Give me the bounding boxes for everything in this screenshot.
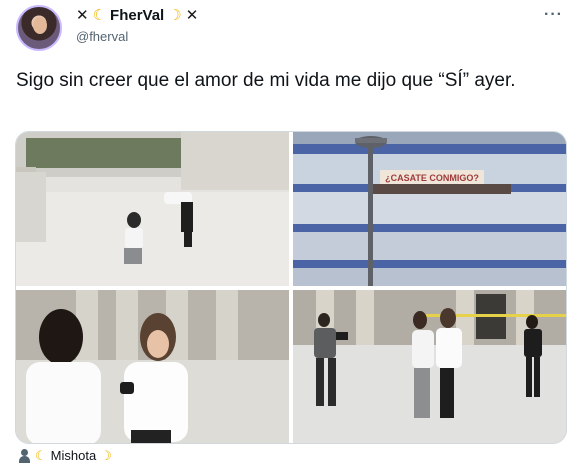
author-name-row[interactable]: ✕ ☾ FherVal ☽ ✕ — [76, 7, 198, 24]
crescent-moon-icon: ☾ — [35, 448, 47, 463]
author-handle[interactable]: @fherval — [76, 29, 128, 44]
crescent-moon-icon: ☽ — [168, 7, 182, 24]
x-mark-icon: ✕ — [76, 7, 89, 24]
more-options-icon[interactable]: ··· — [544, 6, 563, 24]
photo-bottom-right[interactable] — [293, 290, 567, 444]
person-icon — [18, 448, 31, 463]
banner-text: ¿CASATE CONMIGO? — [385, 173, 479, 183]
photo-top-left[interactable] — [16, 132, 289, 287]
photo-top-right[interactable]: ¿CASATE CONMIGO? — [293, 132, 567, 286]
grid-gutter-horizontal — [16, 286, 566, 290]
tagged-users[interactable]: ☾ Mishota ☽ — [18, 448, 112, 463]
crescent-moon-icon: ☽ — [100, 448, 112, 463]
tagged-user-name[interactable]: Mishota — [51, 448, 97, 463]
tweet-card: ✕ ☾ FherVal ☽ ✕ @fherval ··· Sigo sin cr… — [0, 0, 583, 471]
photo-bottom-left[interactable] — [16, 290, 289, 444]
tweet-text: Sigo sin creer que el amor de mi vida me… — [16, 70, 516, 91]
author-avatar[interactable] — [16, 5, 62, 51]
crescent-moon-icon: ☾ — [92, 7, 107, 24]
media-grid[interactable]: ¿CASATE CONMIGO? — [15, 131, 567, 444]
media-grid-svg: ¿CASATE CONMIGO? — [16, 132, 567, 444]
avatar-face — [33, 17, 47, 34]
author-display-name[interactable]: FherVal — [110, 7, 164, 24]
x-mark-icon: ✕ — [185, 7, 199, 24]
